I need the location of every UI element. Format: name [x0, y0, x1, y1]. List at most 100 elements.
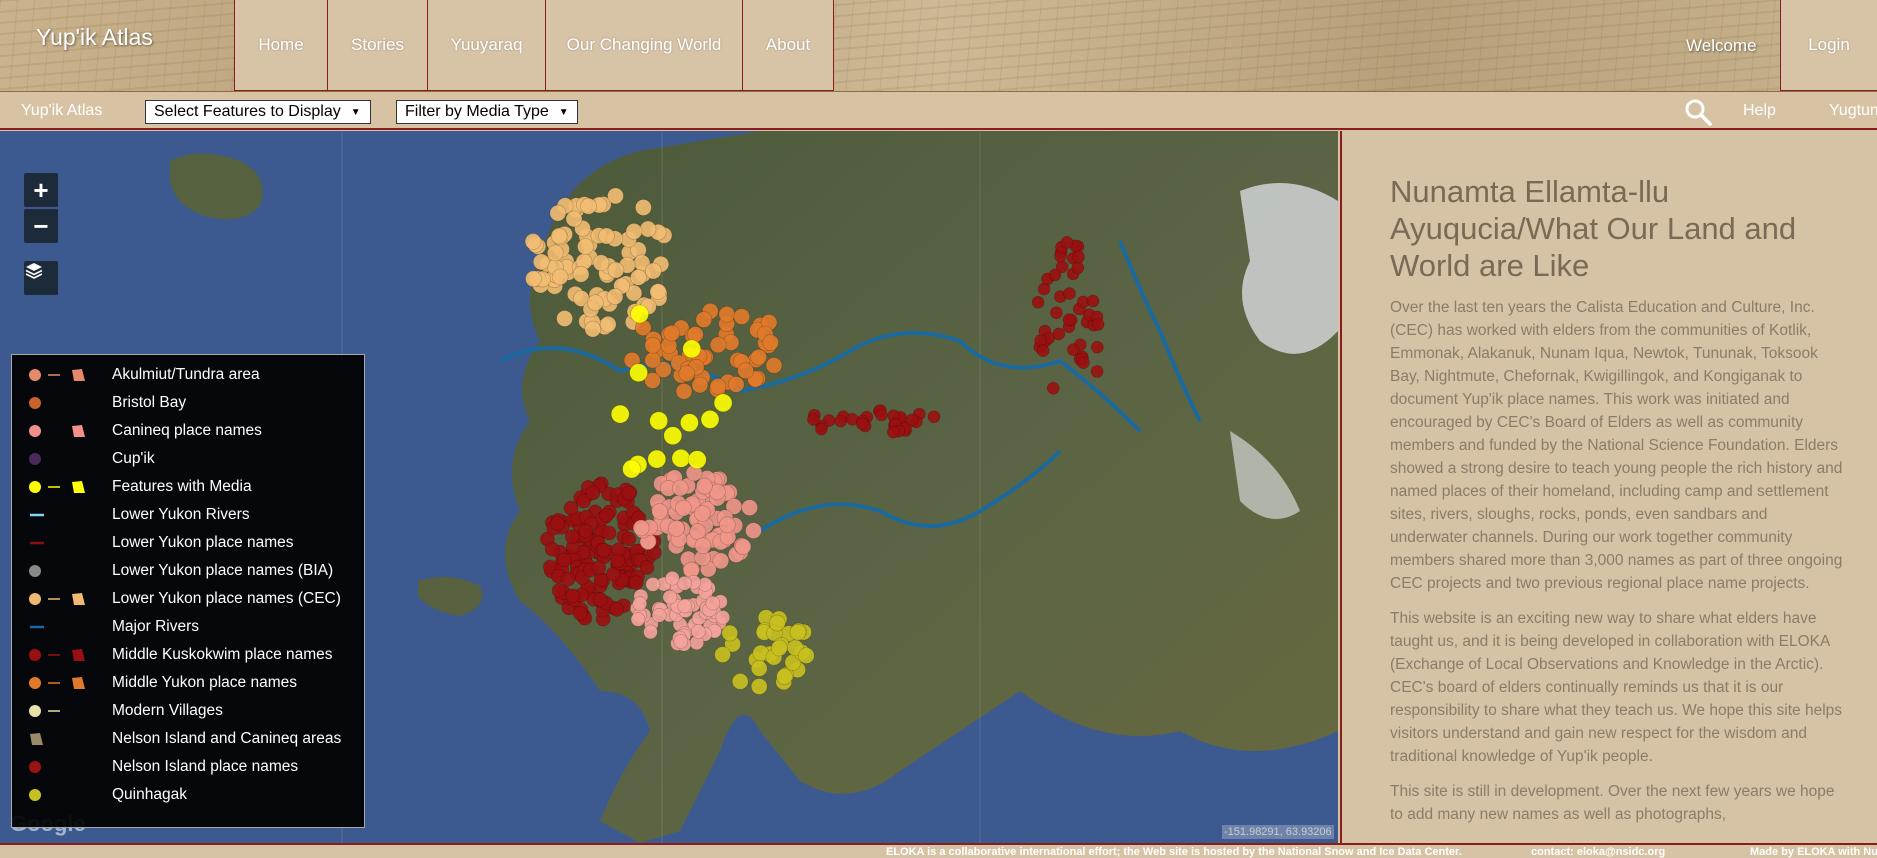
place-marker[interactable]: [689, 523, 706, 540]
place-marker[interactable]: [532, 253, 550, 271]
place-marker[interactable]: [709, 378, 727, 395]
toolbar-title[interactable]: Yup'ik Atlas: [21, 102, 102, 120]
place-marker[interactable]: [639, 220, 657, 238]
place-marker[interactable]: [621, 531, 637, 547]
place-marker[interactable]: [598, 227, 615, 245]
place-marker[interactable]: [585, 485, 601, 501]
place-marker[interactable]: [599, 507, 614, 523]
place-marker[interactable]: [682, 339, 702, 359]
place-marker[interactable]: [649, 283, 667, 300]
place-marker[interactable]: [741, 499, 758, 516]
place-marker[interactable]: [1062, 313, 1076, 326]
place-marker[interactable]: [630, 269, 647, 286]
place-marker[interactable]: [625, 223, 643, 240]
place-marker[interactable]: [644, 262, 662, 280]
place-marker[interactable]: [762, 334, 779, 351]
place-marker[interactable]: [695, 311, 713, 328]
place-marker[interactable]: [664, 570, 680, 586]
place-marker[interactable]: [691, 376, 709, 394]
place-marker[interactable]: [556, 310, 573, 327]
place-marker[interactable]: [630, 612, 646, 627]
place-marker[interactable]: [1050, 306, 1063, 319]
place-marker[interactable]: [1077, 356, 1090, 369]
place-marker[interactable]: [550, 227, 568, 245]
place-marker[interactable]: [564, 529, 580, 545]
place-marker[interactable]: [586, 294, 604, 311]
place-marker[interactable]: [551, 583, 567, 598]
place-marker[interactable]: [675, 382, 693, 400]
place-marker[interactable]: [584, 320, 602, 338]
place-marker[interactable]: [556, 552, 572, 568]
place-marker[interactable]: [700, 410, 720, 429]
place-marker[interactable]: [709, 336, 727, 354]
nav-yuuyaraq[interactable]: Yuuyaraq: [427, 0, 546, 91]
place-marker[interactable]: [622, 459, 641, 479]
place-marker[interactable]: [680, 413, 699, 433]
place-marker[interactable]: [768, 614, 786, 632]
place-marker[interactable]: [696, 477, 713, 495]
place-marker[interactable]: [718, 516, 736, 534]
place-marker[interactable]: [549, 204, 567, 222]
place-marker[interactable]: [609, 602, 625, 617]
place-marker[interactable]: [705, 595, 721, 611]
place-marker[interactable]: [662, 589, 678, 605]
place-marker[interactable]: [1091, 340, 1104, 354]
help-link[interactable]: Help: [1743, 102, 1776, 120]
place-marker[interactable]: [687, 450, 707, 470]
place-marker[interactable]: [712, 552, 730, 570]
place-marker[interactable]: [663, 324, 681, 342]
place-marker[interactable]: [715, 610, 731, 625]
nav-about[interactable]: About: [742, 0, 834, 91]
search-icon[interactable]: [1684, 98, 1712, 126]
nav-stories[interactable]: Stories: [327, 0, 428, 91]
place-marker[interactable]: [525, 270, 542, 288]
place-marker[interactable]: [601, 525, 617, 541]
place-marker[interactable]: [651, 607, 667, 623]
select-features-dropdown[interactable]: Select Features to Display ▼: [145, 100, 371, 124]
place-marker[interactable]: [572, 265, 590, 283]
place-marker[interactable]: [1036, 344, 1050, 357]
place-marker[interactable]: [1086, 294, 1100, 308]
place-marker[interactable]: [663, 426, 683, 446]
place-marker[interactable]: [599, 316, 617, 333]
place-marker[interactable]: [578, 523, 594, 539]
nav-our-changing-world[interactable]: Our Changing World: [545, 0, 743, 91]
place-marker[interactable]: [610, 404, 630, 424]
place-marker[interactable]: [776, 668, 793, 685]
place-marker[interactable]: [855, 417, 869, 431]
filter-media-dropdown[interactable]: Filter by Media Type ▼: [396, 100, 578, 124]
place-marker[interactable]: [750, 348, 768, 366]
place-marker[interactable]: [750, 660, 768, 677]
place-marker[interactable]: [731, 673, 749, 690]
place-marker[interactable]: [524, 233, 542, 250]
place-marker[interactable]: [546, 244, 564, 262]
place-marker[interactable]: [1063, 287, 1076, 300]
place-marker[interactable]: [671, 479, 689, 497]
place-marker[interactable]: [621, 485, 637, 501]
place-marker[interactable]: [1060, 236, 1074, 249]
place-marker[interactable]: [905, 413, 919, 427]
place-marker[interactable]: [563, 500, 579, 516]
place-marker[interactable]: [694, 505, 711, 522]
place-marker[interactable]: [750, 678, 768, 695]
place-marker[interactable]: [770, 639, 788, 657]
place-marker[interactable]: [647, 449, 667, 469]
place-marker[interactable]: [807, 413, 820, 426]
place-marker[interactable]: [610, 553, 626, 569]
place-marker[interactable]: [644, 351, 662, 369]
place-marker[interactable]: [632, 596, 648, 612]
place-marker[interactable]: [1090, 365, 1104, 378]
place-marker[interactable]: [544, 541, 560, 557]
place-marker[interactable]: [677, 575, 692, 591]
place-marker[interactable]: [560, 571, 576, 587]
zoom-out-button[interactable]: −: [24, 209, 58, 243]
place-marker[interactable]: [550, 515, 565, 531]
place-marker[interactable]: [551, 268, 569, 286]
place-marker[interactable]: [834, 414, 848, 428]
place-marker[interactable]: [789, 623, 807, 641]
language-link[interactable]: Yugtun: [1829, 102, 1877, 120]
place-marker[interactable]: [1031, 296, 1045, 309]
place-marker[interactable]: [606, 288, 624, 305]
place-marker[interactable]: [714, 646, 731, 663]
place-marker[interactable]: [644, 337, 662, 354]
